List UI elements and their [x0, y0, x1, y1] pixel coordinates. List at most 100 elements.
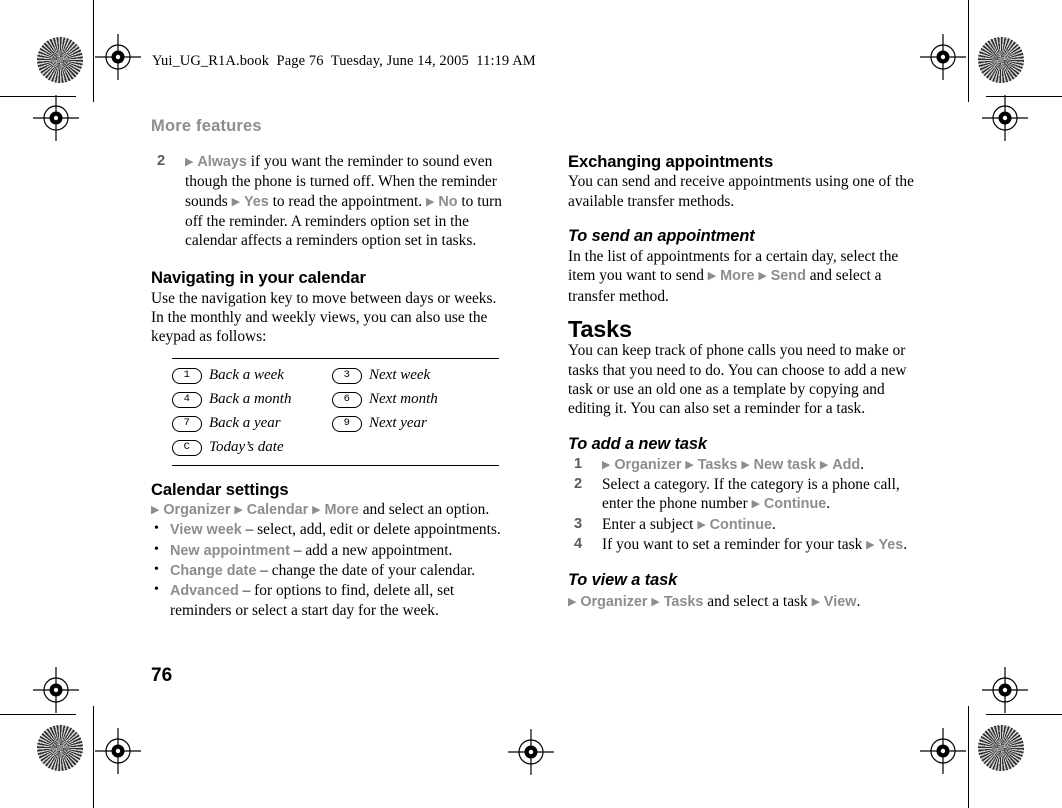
step-number: 1: [574, 455, 583, 472]
menu-arrow-icon: ▶: [697, 518, 706, 531]
ui-term-yes: Yes: [243, 193, 269, 210]
keypad-entry: 6 Next month: [332, 388, 492, 412]
menu-arrow-icon: ▶: [185, 156, 194, 168]
page-number: 76: [151, 665, 173, 686]
to-view-mid: and select a task: [703, 592, 812, 610]
ui-term-more: More: [324, 501, 359, 518]
ui-term-calendar: Calendar: [246, 501, 309, 518]
ui-term-always: Always: [197, 154, 247, 170]
reminder-step-list: 2 ▶ Always if you want the reminder to so…: [151, 152, 506, 250]
ui-term-no: No: [438, 193, 458, 210]
list-item: 1 ▶ Organizer ▶ Tasks ▶ New task ▶ Add.: [568, 455, 923, 475]
keypad-entry: C Today’s date: [172, 436, 332, 460]
menu-arrow-icon: ▶: [758, 270, 767, 283]
menu-arrow-icon: ▶: [811, 595, 821, 608]
table-row: 1 Back a week 3 Next week: [172, 364, 499, 388]
book-header-line: Yui_UG_R1A.book Page 76 Tuesday, June 14…: [152, 53, 536, 69]
keycap-4: 4: [172, 391, 202, 408]
menu-arrow-icon: ▶: [568, 595, 577, 608]
keypad-entry-empty: [332, 436, 492, 460]
ui-term-more: More: [720, 268, 755, 285]
option-description: – change the date of your calendar.: [256, 561, 476, 579]
ui-term-yes: Yes: [878, 537, 904, 554]
heading-tasks: Tasks: [568, 316, 632, 343]
exchanging-body-text: You can send and receive appointments us…: [568, 173, 914, 210]
menu-arrow-icon: ▶: [707, 270, 717, 283]
calendar-settings-path-tail: and select an option.: [358, 500, 490, 518]
step-number: 3: [574, 515, 583, 532]
menu-arrow-icon: ▶: [751, 498, 761, 511]
keypad-label: Next week: [369, 367, 431, 384]
heading-navigating-in-your-calendar: Navigating in your calendar: [151, 268, 366, 288]
keypad-label: Back a month: [209, 391, 292, 408]
right-text-column: Exchanging appointments You can send and…: [568, 152, 923, 612]
option-description: – add a new appointment.: [289, 541, 453, 559]
keypad-entry: 3 Next week: [332, 364, 492, 388]
ui-term-new-appointment: New appointment: [170, 542, 290, 559]
to-view-tail: .: [856, 592, 861, 610]
ui-term-view-week: View week: [170, 522, 242, 539]
keycap-6: 6: [332, 391, 362, 408]
step2-text-b: to read the appointment.: [268, 192, 427, 210]
ui-term-organizer: Organizer: [614, 456, 682, 473]
heading-calendar-settings: Calendar settings: [151, 479, 289, 499]
keycap-1: 1: [172, 367, 202, 384]
menu-arrow-icon: ▶: [741, 458, 750, 471]
ui-term-advanced: Advanced: [170, 583, 239, 600]
menu-arrow-icon: ▶: [151, 503, 160, 516]
ui-term-organizer: Organizer: [163, 501, 231, 518]
ui-term-organizer: Organizer: [580, 593, 648, 610]
keypad-label: Back a week: [209, 367, 284, 384]
heading-to-send-an-appointment: To send an appointment: [568, 226, 755, 245]
calendar-settings-options-list: View week – select, add, edit or delete …: [151, 519, 506, 621]
keypad-shortcut-table: 1 Back a week 3 Next week 4 Back a month…: [172, 357, 499, 466]
keypad-label: Next year: [369, 415, 427, 432]
list-item: 2 ▶ Always if you want the reminder to so…: [151, 152, 506, 250]
ui-term-send: Send: [770, 268, 806, 285]
step-lead: If you want to set a reminder for your t…: [602, 536, 867, 554]
list-item: 4 If you want to set a reminder for your …: [568, 535, 923, 555]
list-item: Advanced – for options to find, delete a…: [151, 580, 506, 621]
list-item: Change date – change the date of your ca…: [151, 560, 506, 581]
left-text-column: 2 ▶ Always if you want the reminder to so…: [151, 152, 506, 621]
keypad-label: Next month: [369, 391, 438, 408]
keypad-entry: 1 Back a week: [172, 364, 332, 388]
keycap-3: 3: [332, 367, 362, 384]
ui-term-add: Add: [832, 456, 861, 473]
table-row: 4 Back a month 6 Next month: [172, 388, 499, 412]
keycap-9: 9: [332, 415, 362, 432]
to-view-procedure-text: ▶ Organizer ▶ Tasks and select a task ▶ …: [568, 592, 923, 612]
ui-term-view: View: [823, 593, 857, 610]
running-head-chapter-title: More features: [151, 117, 262, 135]
manual-page: Yui_UG_R1A.book Page 76 Tuesday, June 14…: [0, 0, 1062, 808]
menu-arrow-icon: ▶: [231, 195, 241, 208]
step-tail: .: [826, 495, 831, 513]
menu-arrow-icon: ▶: [819, 458, 829, 471]
ui-term-tasks: Tasks: [663, 593, 704, 610]
keypad-entry: 9 Next year: [332, 412, 492, 436]
step-tail: .: [903, 536, 908, 554]
keypad-label: Back a year: [209, 415, 281, 432]
list-item: 2 Select a category. If the category is a…: [568, 475, 923, 515]
ui-term-continue: Continue: [709, 516, 772, 533]
tasks-body-text: You can keep track of phone calls you ne…: [568, 342, 907, 418]
step-tail: .: [772, 515, 776, 533]
step-number: 4: [574, 536, 583, 553]
keycap-c: C: [172, 439, 202, 456]
menu-arrow-icon: ▶: [651, 595, 660, 608]
menu-arrow-icon: ▶: [234, 503, 243, 516]
step-lead: Enter a subject: [602, 515, 698, 533]
menu-arrow-icon: ▶: [866, 539, 875, 552]
calendar-settings-path: ▶ Organizer ▶ Calendar ▶ More and select…: [151, 500, 506, 520]
list-item: View week – select, add, edit or delete …: [151, 519, 506, 540]
menu-arrow-icon: ▶: [426, 195, 435, 208]
heading-to-add-a-new-task: To add a new task: [568, 434, 707, 453]
ui-term-continue: Continue: [763, 496, 827, 513]
heading-to-view-a-task: To view a task: [568, 571, 678, 590]
keypad-entry: 4 Back a month: [172, 388, 332, 412]
ui-term-tasks: Tasks: [697, 456, 738, 473]
heading-exchanging-appointments: Exchanging appointments: [568, 152, 774, 171]
keypad-entry: 7 Back a year: [172, 412, 332, 436]
add-task-step-list: 1 ▶ Organizer ▶ Tasks ▶ New task ▶ Add. 2…: [568, 455, 923, 555]
option-description: – select, add, edit or delete appointmen…: [241, 521, 501, 539]
